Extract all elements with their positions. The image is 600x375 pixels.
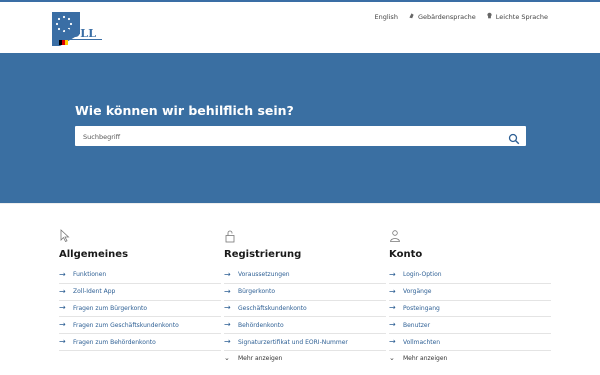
list-item[interactable]: → Vollmachten: [389, 334, 551, 351]
easy-language-icon: [486, 12, 493, 21]
list-item[interactable]: → Geschäftskundenkonto: [224, 301, 386, 318]
arrow-right-icon: →: [59, 303, 66, 313]
arrow-right-icon: →: [59, 337, 66, 347]
list-item[interactable]: → Behördenkonto: [224, 317, 386, 335]
show-more-button[interactable]: ⌄ Mehr anzeigen: [389, 351, 551, 367]
column-registrierung: Registrierung → Voraussetzungen → Bürgerko…: [224, 228, 386, 367]
link-list: → Voraussetzungen → Bürgerkonto → Geschäfts…: [224, 267, 386, 367]
list-item[interactable]: → Login-Option: [389, 267, 551, 284]
site-header: ZOLL English Gebärdensprache Leichte Spr…: [0, 0, 600, 53]
link-list: → Funktionen → Zoll-Ident App → Fragen zum …: [59, 267, 221, 351]
sign-language-link[interactable]: Gebärdensprache: [408, 12, 476, 21]
column-konto: Konto → Login-Option → Vorgänge → Posteinga…: [389, 228, 551, 367]
column-allgemeines: Allgemeines → Funktionen → Zoll-Ident App …: [59, 228, 221, 351]
arrow-right-icon: →: [59, 320, 66, 330]
arrow-right-icon: →: [224, 269, 231, 279]
arrow-right-icon: →: [59, 286, 66, 296]
easy-language-link[interactable]: Leichte Sprache: [486, 12, 548, 21]
zoll-logo[interactable]: ZOLL: [50, 10, 106, 50]
arrow-right-icon: →: [389, 303, 396, 313]
search-input[interactable]: [81, 129, 505, 145]
column-title: Registrierung: [224, 249, 302, 260]
user-icon: [389, 228, 401, 242]
arrow-right-icon: →: [389, 286, 396, 296]
hero-section: Wie können wir behilflich sein?: [0, 53, 600, 203]
search-box: [75, 126, 526, 146]
arrow-right-icon: →: [389, 269, 396, 279]
arrow-right-icon: →: [224, 303, 231, 313]
arrow-right-icon: →: [224, 320, 231, 330]
english-link[interactable]: English: [374, 13, 397, 21]
section-divider: [0, 203, 600, 204]
lock-open-icon: [224, 228, 236, 243]
list-item[interactable]: → Zoll-Ident App: [59, 284, 221, 301]
arrow-right-icon: →: [224, 337, 231, 347]
logo-wordmark: ZOLL: [62, 27, 97, 40]
arrow-right-icon: →: [389, 337, 396, 347]
list-item[interactable]: → Benutzer: [389, 317, 551, 335]
link-list: → Login-Option → Vorgänge → Posteingang → Be…: [389, 267, 551, 367]
sign-language-icon: [408, 12, 415, 21]
list-item[interactable]: → Vorgänge: [389, 284, 551, 301]
list-item[interactable]: → Fragen zum Behördenkonto: [59, 334, 221, 351]
top-navigation: English Gebärdensprache Leichte Sprache: [374, 12, 548, 21]
list-item[interactable]: → Fragen zum Geschäftskundenkonto: [59, 317, 221, 335]
search-icon[interactable]: [508, 130, 520, 145]
arrow-right-icon: →: [389, 320, 396, 330]
arrow-right-icon: →: [59, 269, 66, 279]
arrow-right-icon: →: [224, 286, 231, 296]
column-title: Allgemeines: [59, 249, 129, 260]
show-more-button[interactable]: ⌄ Mehr anzeigen: [224, 351, 386, 367]
list-item[interactable]: → Fragen zum Bürgerkonto: [59, 301, 221, 318]
column-title: Konto: [389, 249, 423, 260]
list-item[interactable]: → Funktionen: [59, 267, 221, 284]
list-item[interactable]: → Posteingang: [389, 301, 551, 318]
chevron-down-icon: ⌄: [389, 354, 395, 363]
list-item[interactable]: → Voraussetzungen: [224, 267, 386, 284]
list-item[interactable]: → Signaturzertifikat und EORI-Nummer: [224, 334, 386, 351]
cursor-icon: [59, 228, 71, 243]
list-item[interactable]: → Bürgerkonto: [224, 284, 386, 301]
hero-title: Wie können wir behilflich sein?: [75, 103, 294, 118]
chevron-down-icon: ⌄: [224, 354, 230, 363]
